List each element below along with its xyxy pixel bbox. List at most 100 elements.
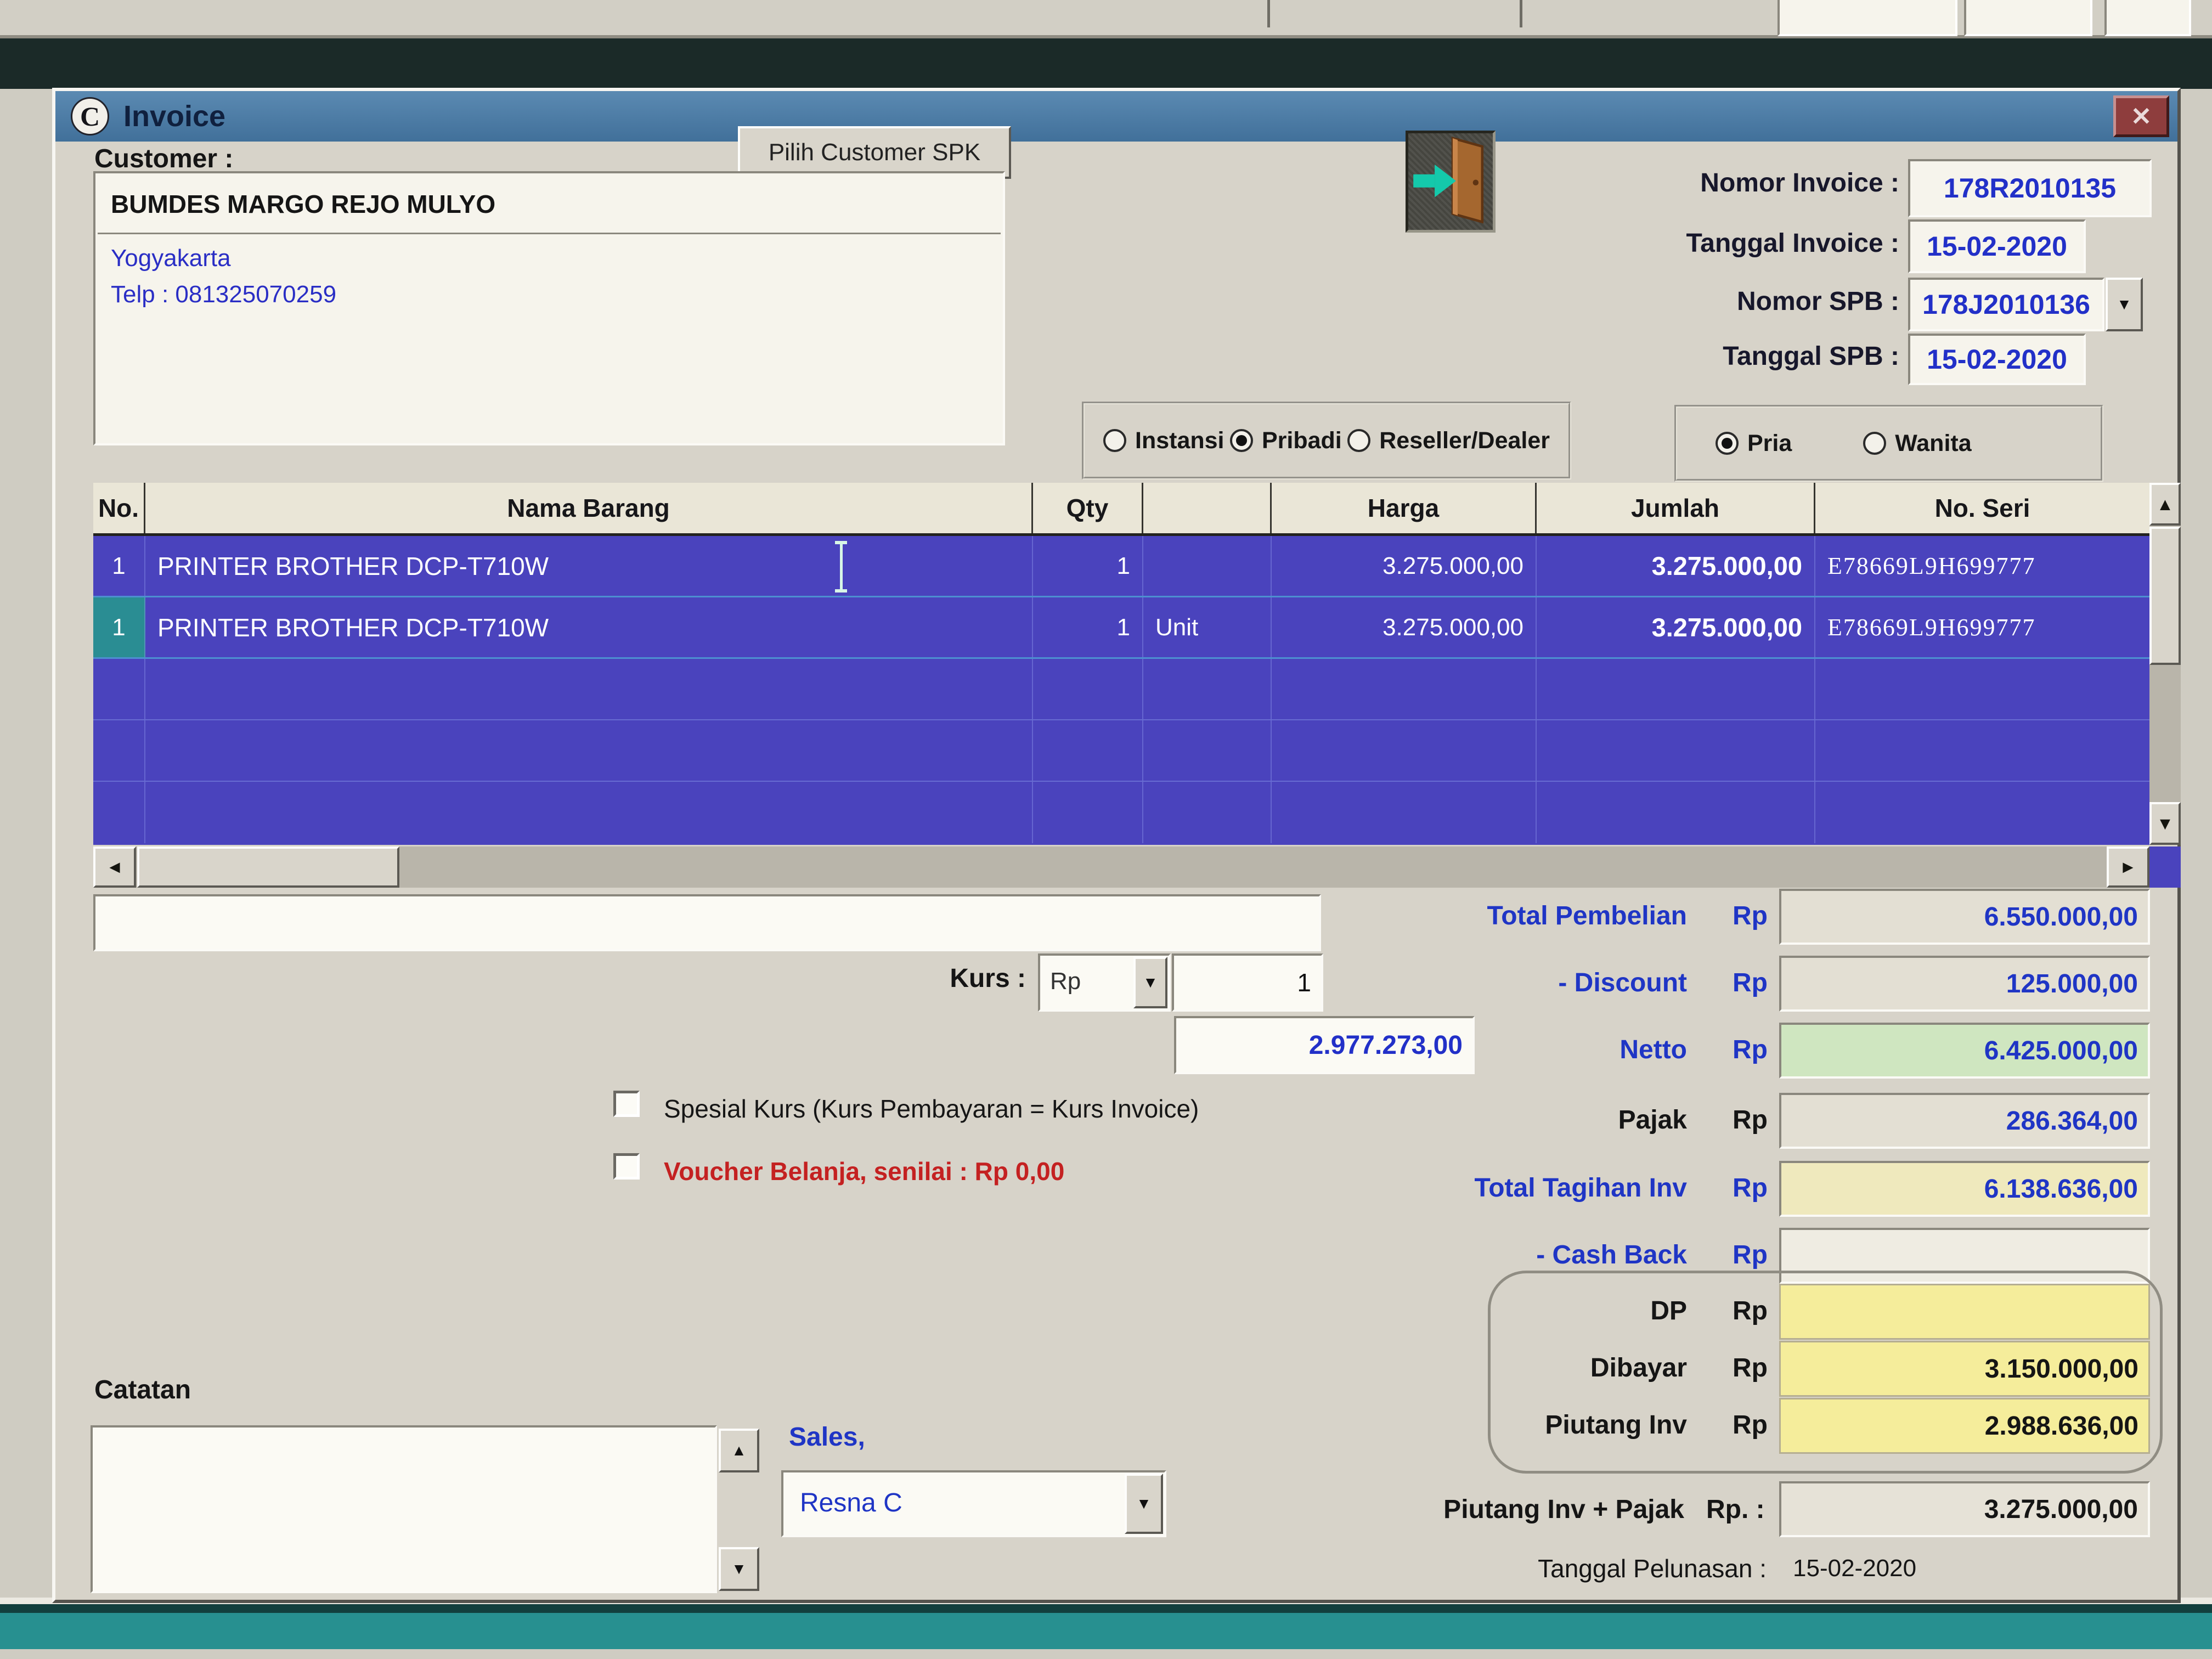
dp-rp: Rp (1733, 1296, 1768, 1325)
scroll-left-icon: ◄ (106, 857, 123, 877)
nomor-spb-dropdown-button[interactable]: ▼ (2106, 278, 2143, 331)
total-tagihan-label: Total Tagihan Inv (1474, 1173, 1687, 1203)
total-pembelian-field: 6.550.000,00 (1779, 889, 2150, 945)
toolbar-divider (1520, 0, 1522, 27)
scroll-left-button[interactable]: ◄ (93, 847, 136, 888)
total-pembelian-label: Total Pembelian (1487, 901, 1687, 930)
voucher-checkbox[interactable] (613, 1153, 640, 1180)
scroll-down-icon: ▼ (2156, 813, 2174, 833)
total-tagihan-field: 6.138.636,00 (1779, 1161, 2150, 1217)
piutang-inv-field: 2.988.636,00 (1779, 1398, 2150, 1454)
customer-info-box[interactable]: BUMDES MARGO REJO MULYO Yogyakarta Telp … (93, 171, 1005, 445)
dibayar-rp: Rp (1733, 1353, 1768, 1383)
sales-select[interactable]: Resna C ▼ (781, 1470, 1166, 1537)
empty-row[interactable] (93, 659, 2149, 720)
close-icon: ✕ (2130, 102, 2152, 131)
scroll-down-button[interactable]: ▼ (2149, 802, 2181, 845)
invoice-window-icon: C (71, 97, 109, 136)
tanggal-pelunasan-label: Tanggal Pelunasan : (1538, 1554, 1767, 1583)
chevron-down-icon: ▼ (1143, 974, 1158, 991)
customer-phone: Telp : 081325070259 (111, 281, 337, 308)
desktop-teal-band (0, 1613, 2212, 1649)
piutang-inv-label: Piutang Inv (1545, 1410, 1687, 1440)
exit-button[interactable] (1406, 131, 1496, 233)
netto-rp: Rp (1733, 1035, 1768, 1064)
screen: DIVISI C Invoice ✕ Customer : Pilih Cust… (0, 0, 2212, 1659)
items-grid: 1 PRINTER BROTHER DCP-T710W 1 3.275.000,… (93, 536, 2149, 845)
scroll-up-icon: ▲ (2156, 494, 2174, 514)
header-no[interactable]: No. (93, 483, 145, 533)
netto-field: 6.425.000,00 (1779, 1023, 2150, 1079)
sales-label: Sales, (789, 1423, 865, 1452)
customer-city: Yogyakarta (111, 245, 231, 272)
tanggal-spb-label: Tanggal SPB : (1723, 342, 1899, 371)
vertical-scroll-thumb[interactable] (2149, 527, 2181, 665)
tanggal-invoice-label: Tanggal Invoice : (1686, 229, 1900, 258)
header-harga[interactable]: Harga (1272, 483, 1537, 533)
spesial-kurs-checkbox[interactable] (613, 1091, 640, 1117)
table-vertical-scrollbar[interactable]: ▲ ▼ (2149, 483, 2181, 845)
header-nama-barang[interactable]: Nama Barang (145, 483, 1033, 533)
dp-field[interactable] (1779, 1284, 2150, 1340)
discount-label: - Discount (1558, 968, 1687, 997)
item-entry-field[interactable] (93, 894, 1321, 951)
background-partial-field (2104, 0, 2191, 36)
kurs-dropdown-button[interactable]: ▼ (1133, 957, 1167, 1008)
header-jumlah[interactable]: Jumlah (1537, 483, 1815, 533)
table-horizontal-scrollbar[interactable]: ◄ ► (93, 847, 2149, 888)
scroll-right-button[interactable]: ► (2107, 847, 2149, 888)
cell-unit: Unit (1143, 597, 1272, 657)
scrollbar-corner (2149, 847, 2181, 888)
cell-harga: 3.275.000,00 (1272, 597, 1537, 657)
pajak-field: 286.364,00 (1779, 1093, 2150, 1149)
titlebar[interactable]: C Invoice (55, 91, 2177, 142)
scroll-down-icon: ▼ (731, 1560, 747, 1577)
empty-row[interactable] (93, 720, 2149, 782)
kurs-currency-select[interactable]: Rp ▼ (1038, 953, 1171, 1012)
nomor-spb-field[interactable]: 178J2010136 (1908, 278, 2104, 331)
window-title: Invoice (123, 100, 226, 133)
cell-jumlah: 3.275.000,00 (1537, 536, 1815, 596)
gender-group: Pria Wanita (1674, 405, 2103, 482)
cashback-label: - Cash Back (1536, 1240, 1687, 1269)
header-unit[interactable] (1143, 483, 1272, 533)
radio-icon (1103, 429, 1126, 452)
piutang-pajak-rp: Rp. : (1706, 1495, 1765, 1524)
tanggal-spb-field[interactable]: 15-02-2020 (1908, 334, 2086, 385)
sales-value: Resna C (800, 1488, 902, 1517)
background-partial-field: DIVISI (1964, 0, 2092, 36)
discount-field[interactable]: 125.000,00 (1779, 956, 2150, 1012)
table-row[interactable]: 1 PRINTER BROTHER DCP-T710W 1 3.275.000,… (93, 536, 2149, 597)
scroll-up-button[interactable]: ▲ (2149, 483, 2181, 526)
piutang-pajak-field: 3.275.000,00 (1779, 1481, 2150, 1537)
dp-label: DP (1650, 1296, 1687, 1325)
background-cutoff-text: DIVISI (1974, 0, 2056, 2)
radio-wanita[interactable]: Wanita (1863, 430, 1972, 457)
tanggal-invoice-field[interactable]: 15-02-2020 (1908, 219, 2086, 273)
kurs-label: Kurs : (950, 964, 1026, 993)
total-pembelian-rp: Rp (1733, 901, 1768, 930)
radio-reseller-dealer[interactable]: Reseller/Dealer (1347, 427, 1550, 454)
catatan-scroll-down-button[interactable]: ▼ (719, 1547, 759, 1591)
nomor-invoice-field[interactable]: 178R2010135 (1908, 159, 2152, 217)
radio-pribadi[interactable]: Pribadi (1229, 427, 1342, 454)
radio-selected-icon (1716, 432, 1739, 455)
header-no-seri[interactable]: No. Seri (1815, 483, 2149, 533)
close-button[interactable]: ✕ (2113, 95, 2169, 137)
piutang-inv-rp: Rp (1733, 1410, 1768, 1440)
header-qty[interactable]: Qty (1033, 483, 1143, 533)
discount-rp: Rp (1733, 968, 1768, 997)
pajak-rp: Rp (1733, 1105, 1768, 1135)
radio-pria[interactable]: Pria (1716, 430, 1792, 457)
dibayar-field[interactable]: 3.150.000,00 (1779, 1341, 2150, 1397)
sales-dropdown-button[interactable]: ▼ (1125, 1474, 1163, 1534)
horizontal-scroll-thumb[interactable] (137, 847, 399, 888)
cell-no-seri: E78669L9H699777 (1827, 614, 2036, 641)
empty-row[interactable] (93, 782, 2149, 843)
table-row[interactable]: 1 PRINTER BROTHER DCP-T710W 1 Unit 3.275… (93, 597, 2149, 659)
radio-icon (1347, 429, 1371, 452)
catatan-scroll-up-button[interactable]: ▲ (719, 1429, 759, 1472)
catatan-textarea[interactable] (91, 1425, 717, 1593)
cell-qty: 1 (1033, 536, 1143, 596)
radio-instansi[interactable]: Instansi (1103, 427, 1224, 454)
